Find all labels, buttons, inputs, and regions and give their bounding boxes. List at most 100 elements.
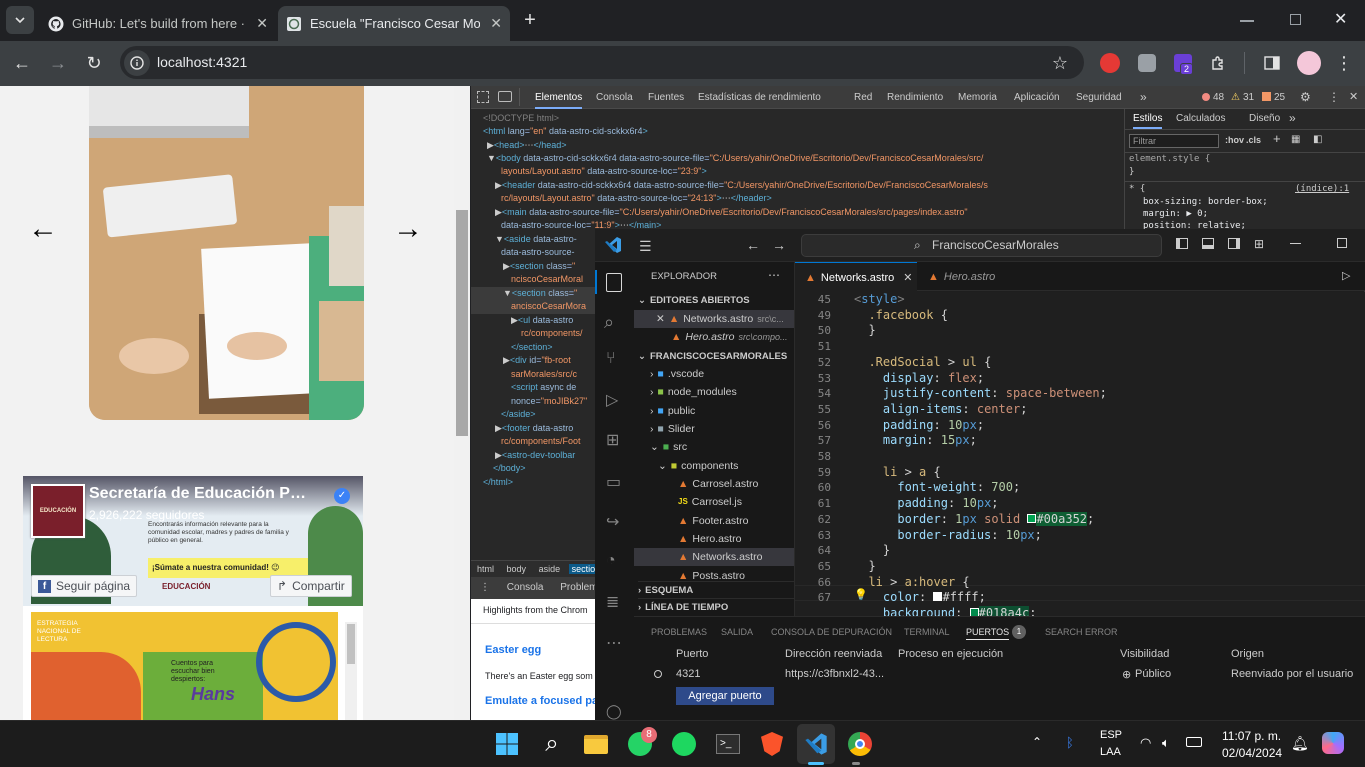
dom-node[interactable]: ▶<astro-dev-toolbar xyxy=(495,449,575,463)
extensions-icon[interactable]: ⊞ xyxy=(606,430,619,450)
search-view-icon[interactable]: ⌕ xyxy=(604,312,614,333)
live-share-icon[interactable]: ↪ xyxy=(606,512,619,532)
universal-rule-selector[interactable]: * { xyxy=(1129,184,1145,194)
fb-page-avatar[interactable]: EDUCACIÓN xyxy=(31,484,85,538)
panel-tab-terminal[interactable]: TERMINAL xyxy=(904,627,950,637)
css-property[interactable]: box-sizing: border-box; xyxy=(1143,197,1268,207)
restore-icon[interactable] xyxy=(1290,14,1301,25)
devtools-settings-icon[interactable]: ⚙ xyxy=(1300,86,1311,109)
code-editor[interactable]: 45 49 50 51 52 53 54 55 56 57 58 59 60 6… xyxy=(795,292,1365,616)
site-info-icon[interactable] xyxy=(124,50,150,76)
fb-scrollbar-thumb[interactable] xyxy=(347,624,355,664)
drawer-tab-console[interactable]: Consola xyxy=(507,582,544,593)
devtools-close-icon[interactable]: ✕ xyxy=(1349,86,1358,109)
dom-node[interactable]: ▶<head>⋯</head> xyxy=(487,139,567,153)
styles-tab-styles[interactable]: Estilos xyxy=(1133,113,1163,129)
dom-node[interactable]: rc/components/Foot xyxy=(501,435,581,449)
new-tab-button[interactable]: + xyxy=(516,6,544,34)
wifi-icon[interactable]: ◠ xyxy=(1140,735,1151,751)
tree-file[interactable]: ▲ Hero.astro xyxy=(678,530,741,548)
carousel-next-button[interactable]: → xyxy=(393,214,423,244)
panel-tab-ports[interactable]: PUERTOS xyxy=(966,627,1010,640)
minimize-icon[interactable] xyxy=(1240,20,1254,22)
ports-header-port[interactable]: Puerto xyxy=(676,648,708,660)
ports-header-address[interactable]: Dirección reenviada xyxy=(785,648,882,660)
devtools-more-tabs-icon[interactable]: » xyxy=(1140,86,1147,109)
dom-node[interactable]: rc/components/ xyxy=(521,327,583,341)
outline-header[interactable]: › ESQUEMA xyxy=(638,581,794,600)
style-toggle-icon[interactable]: ▦ xyxy=(1291,134,1300,145)
dom-node[interactable]: rc/layouts/Layout.astro" data-astro-sour… xyxy=(501,192,772,206)
dom-node[interactable]: data-astro-source- xyxy=(501,246,575,260)
address-bar[interactable] xyxy=(120,46,1084,79)
add-port-button[interactable]: Agregar puerto xyxy=(676,687,774,705)
devtools-tab-performance-insights[interactable]: Estadísticas de rendimiento xyxy=(698,86,821,109)
css-property[interactable]: position: relative; xyxy=(1143,221,1246,229)
fb-share-button[interactable]: ↱ Compartir xyxy=(270,575,352,597)
dom-node[interactable]: ▶<ul data-astro xyxy=(511,314,573,328)
dom-node[interactable]: ▶<div id="fb-root xyxy=(503,354,571,368)
chrome-taskbar-icon[interactable] xyxy=(841,724,879,764)
dom-node[interactable]: <script async de xyxy=(511,381,576,395)
devtools-tab-memory[interactable]: Memoria xyxy=(958,86,997,109)
reload-icon[interactable]: ↻ xyxy=(80,49,108,77)
timeline-header[interactable]: › LÍNEA DE TIEMPO xyxy=(638,598,794,617)
dom-node[interactable]: nciscoCesarMoral xyxy=(511,273,583,287)
computed-sidebar-icon[interactable]: ◧ xyxy=(1313,134,1322,145)
nav-forward-icon[interactable]: → xyxy=(772,237,786,253)
git-graph-icon[interactable]: ◔ xyxy=(606,552,616,570)
tree-folder[interactable]: › ■ Slider xyxy=(650,420,695,438)
close-icon[interactable]: ✕ xyxy=(656,310,665,328)
browser-tab-escuela[interactable]: Escuela "Francisco Cesar Morales" ✕ xyxy=(278,6,510,41)
dom-node[interactable]: layouts/Layout.astro" data-astro-source-… xyxy=(501,165,707,179)
window-close-icon[interactable]: ✕ xyxy=(1334,9,1347,29)
close-icon[interactable]: ✕ xyxy=(490,15,502,32)
device-toolbar-icon[interactable] xyxy=(498,91,512,102)
system-tray-chevron-icon[interactable]: ⌃ xyxy=(1032,735,1042,749)
nav-back-icon[interactable]: ← xyxy=(746,237,760,253)
dom-node[interactable]: ▶<section class=" xyxy=(503,260,575,274)
side-panel-icon[interactable] xyxy=(1258,49,1286,77)
kebab-menu-icon[interactable]: ⋮ xyxy=(1330,49,1358,77)
dom-node[interactable]: </aside> xyxy=(501,408,536,422)
dom-node-selected[interactable]: ▼<section class=" xyxy=(503,287,577,301)
clock-date[interactable]: 02/04/2024 xyxy=(1222,746,1282,760)
battery-icon[interactable] xyxy=(1186,737,1202,747)
start-button[interactable] xyxy=(488,724,526,764)
css-property[interactable]: margin: ▶ 0; xyxy=(1143,209,1208,219)
page-scrollbar-thumb[interactable] xyxy=(456,210,468,436)
ports-header-origin[interactable]: Origen xyxy=(1231,648,1264,660)
vscode-taskbar-icon[interactable] xyxy=(797,724,835,764)
devtools-menu-icon[interactable]: ⋮ xyxy=(1328,86,1340,109)
panel-tab-search-error[interactable]: SEARCH ERROR xyxy=(1045,627,1118,637)
bluetooth-icon[interactable]: ᛒ xyxy=(1066,735,1074,750)
cls-toggle[interactable]: .cls xyxy=(1246,135,1261,145)
editor-tab-hero[interactable]: ▲ Hero.astro xyxy=(918,262,1008,291)
input-language[interactable]: ESP xyxy=(1100,729,1122,741)
breadcrumb-html[interactable]: html xyxy=(477,564,494,574)
drawer-menu-icon[interactable]: ⋮ xyxy=(480,582,490,593)
devtools-tab-security[interactable]: Seguridad xyxy=(1076,86,1122,109)
dom-node[interactable]: ▼<body data-astro-cid-sckkx6r4 data-astr… xyxy=(487,152,983,166)
port-number[interactable]: 4321 xyxy=(676,668,700,680)
dom-node[interactable]: ▼<aside data-astro- xyxy=(495,233,577,247)
volume-icon[interactable]: 🔈︎ xyxy=(1162,735,1170,751)
devtools-tab-network[interactable]: Red xyxy=(854,86,872,109)
run-debug-icon[interactable]: ▷ xyxy=(606,390,618,410)
clock-time[interactable]: 11:07 p. m. xyxy=(1222,729,1281,743)
back-arrow-icon[interactable]: ← xyxy=(8,49,36,77)
spotify-icon[interactable] xyxy=(665,724,703,764)
dom-node[interactable]: </section> xyxy=(511,341,553,355)
more-views-icon[interactable]: ⋯ xyxy=(606,633,622,653)
tree-file[interactable]: ▲ Carrosel.astro xyxy=(678,475,758,493)
drawer-tab-issues[interactable]: Problemas xyxy=(560,582,595,593)
whats-new-link[interactable]: Easter egg xyxy=(485,644,541,656)
close-icon[interactable]: ✕ xyxy=(256,15,268,32)
devtools-tab-sources[interactable]: Fuentes xyxy=(648,86,684,109)
brave-icon[interactable] xyxy=(753,724,791,764)
fb-follow-button[interactable]: f Seguir página xyxy=(31,575,138,597)
keyboard-layout[interactable]: LAA xyxy=(1100,746,1121,758)
new-rule-icon[interactable]: + xyxy=(1273,131,1281,146)
customize-layout-icon[interactable]: ⊞ xyxy=(1254,237,1264,251)
bookmark-star-icon[interactable]: ☆ xyxy=(1046,49,1074,77)
